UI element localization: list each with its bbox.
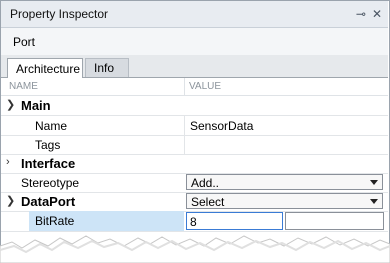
panel-titlebar: Property Inspector ⊸ ✕: [1, 1, 388, 28]
dataport-select-dropdown[interactable]: Select: [186, 193, 383, 209]
inspected-element-type: Port: [1, 28, 388, 55]
property-row-name[interactable]: Name SensorData: [1, 116, 388, 136]
column-divider[interactable]: [184, 78, 185, 95]
tab-info-label: Info: [94, 61, 115, 75]
dropdown-arrow-icon: [370, 180, 378, 185]
property-name-value: SensorData: [190, 119, 254, 133]
property-row-tags[interactable]: Tags: [1, 135, 388, 155]
property-name-value-cell[interactable]: SensorData: [184, 116, 384, 135]
category-dataport[interactable]: ❯ DataPort Select: [1, 192, 388, 212]
property-tags-value-cell[interactable]: [184, 135, 384, 154]
dropdown-arrow-icon: [370, 199, 378, 204]
category-main[interactable]: ❯ Main: [1, 96, 388, 116]
chevron-down-icon[interactable]: ❯: [6, 98, 15, 111]
grid-header: NAME VALUE: [1, 78, 388, 96]
tab-architecture-label: Architecture: [16, 61, 81, 76]
panel-title: Property Inspector: [10, 7, 109, 21]
category-dataport-label: DataPort: [21, 194, 76, 209]
property-stereotype-label: Stereotype: [21, 176, 80, 190]
value-column-header: VALUE: [189, 81, 222, 92]
tab-architecture[interactable]: Architecture: [7, 58, 83, 78]
name-column-header: NAME: [9, 81, 38, 92]
tab-bar: Architecture Info: [1, 55, 388, 78]
property-row-stereotype[interactable]: Stereotype Add..: [1, 173, 388, 193]
element-type-label: Port: [13, 34, 36, 49]
property-name-label: Name: [35, 119, 68, 133]
torn-edge-effect: [0, 235, 390, 263]
tab-info[interactable]: Info: [85, 58, 129, 77]
stereotype-dropdown[interactable]: Add..: [186, 174, 383, 190]
category-interface[interactable]: › Interface: [1, 154, 388, 174]
chevron-right-icon[interactable]: ›: [6, 156, 10, 168]
pin-icon[interactable]: ⊸: [356, 8, 366, 20]
property-tags-label: Tags: [35, 138, 61, 152]
titlebar-buttons: ⊸ ✕: [356, 8, 382, 20]
category-interface-label: Interface: [21, 156, 76, 171]
close-icon[interactable]: ✕: [372, 8, 382, 20]
category-main-label: Main: [21, 98, 51, 113]
dataport-dropdown-value: Select: [191, 195, 225, 209]
stereotype-dropdown-value: Add..: [191, 176, 220, 190]
chevron-down-icon[interactable]: ❯: [6, 194, 15, 207]
